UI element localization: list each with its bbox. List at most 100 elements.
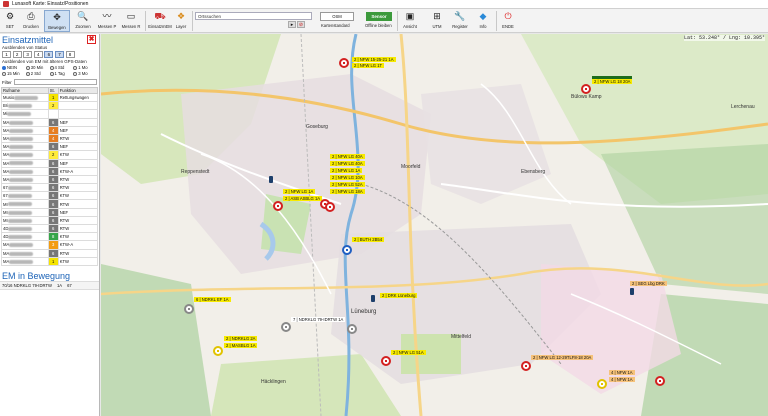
gps-option[interactable]: 4 Std [49,65,74,70]
unit-map-label[interactable]: 2 | NFW LG 40A [330,154,365,159]
status-box[interactable]: 3 [23,51,33,58]
table-row[interactable]: MI 6 NEF [1,207,99,217]
table-row[interactable]: MA 4 RTW [1,133,99,144]
table-row[interactable]: MA 2 KTW [1,150,99,160]
unit-map-label[interactable]: 2 | NFW LG 1T [352,63,385,68]
table-row[interactable]: MA 6 RTW [1,174,99,185]
set-button[interactable]: ⚙ SET [2,10,18,32]
table-row[interactable]: MA 6 RTW [1,248,99,258]
unit-map-label[interactable]: 2 | NFW LG 52A [330,182,365,187]
vehicle-marker-icon[interactable] [342,245,352,255]
status-box[interactable]: 2 [12,51,22,58]
unit-map-label[interactable]: 2 | NFW LG 40A [330,161,365,166]
unit-function-cell: KTW [57,150,99,160]
unit-map-label[interactable]: 2 | ASB ASBLG 1A [283,196,323,201]
unit-map-label[interactable]: 2 | NFW LG 18A [330,189,365,194]
map-source-select[interactable]: OSM [320,12,354,21]
table-row[interactable]: Mi [1,109,99,119]
gps-option[interactable]: NEIN [2,65,26,70]
table-row[interactable]: MA 1 KTW [1,256,99,266]
info-button[interactable]: ◆ Info [474,10,492,32]
utm-button[interactable]: ⊞ UTM [428,10,446,32]
phone-icon[interactable] [630,288,634,295]
search-go-icon[interactable]: ▸ [288,21,296,28]
unit-map-label[interactable]: 6 | NDRKL EF 1A [194,297,231,302]
unit-map-label[interactable]: 2 | NFW LG 1A [330,168,363,173]
table-row[interactable]: MA 6 NEF [1,158,99,168]
unit-map-label[interactable]: 2 | NFW LG 51A [391,350,426,355]
units-button[interactable]: ⛟ EinsatzmEM [148,10,172,32]
measure-line-button[interactable]: 〰 Messen P [96,10,118,32]
vehicle-marker-icon[interactable] [184,304,194,314]
measure-area-button[interactable]: ▭ Messen R [120,10,142,32]
phone-icon[interactable] [269,176,273,183]
vehicle-marker-icon[interactable] [325,202,335,212]
gps-option[interactable]: 2 Std [25,71,50,76]
table-row[interactable]: 4D 6 RTW [1,223,99,234]
unit-map-label[interactable]: 2 | BUTH 2B54 [352,237,385,242]
place-search-input[interactable]: Ortssuchen [195,12,312,20]
unit-map-label[interactable]: 2 | MASBLG 1A [224,343,258,348]
em-moving-row[interactable]: 70/16 NDRKLG 79-IDRTW 1A 67 [0,280,99,290]
gps-option[interactable]: 1 Tag [49,71,74,76]
view-button[interactable]: ▣ Ansicht [400,10,420,32]
status-box[interactable]: 6 [44,51,54,58]
unit-map-label[interactable]: 2 | NFW LG 12-29TLF8-18 20A [531,355,594,360]
table-row[interactable]: 67 6 RTW [1,183,99,193]
layers-button[interactable]: ❖ Layer [173,10,189,32]
vehicle-marker-icon[interactable] [597,379,607,389]
unit-map-label[interactable]: 2 | NDRKLG 2A [224,336,258,341]
table-row[interactable]: MA 6 KTW-A [1,166,99,176]
status-box[interactable]: 7 [54,51,64,58]
status-box[interactable]: 4 [33,51,43,58]
search-clear-icon[interactable]: ⊘ [297,21,305,28]
vehicle-marker-icon[interactable] [581,84,591,94]
vehicle-marker-icon[interactable] [213,346,223,356]
close-panel-icon[interactable]: ✖ [87,35,96,44]
gps-option[interactable]: 30 Min [25,65,50,70]
vehicle-marker-icon[interactable] [381,356,391,366]
unit-map-label[interactable]: 4 | NFW 1A [609,377,635,382]
table-row[interactable]: Bri 2 [1,101,99,111]
map-view[interactable]: Lat: 53.248° / Lng: 10.395° Goseburg Lün… [101,34,768,416]
zoom-button[interactable]: 🔍 Zoomen [72,10,94,32]
status-box[interactable]: 8 [65,51,75,58]
table-row[interactable]: Musio 1 Rettungswagen [1,92,99,103]
unit-name-cell: 4D [1,232,49,242]
vehicle-marker-icon[interactable] [281,322,291,332]
unit-map-label[interactable]: 2 | NFW LG 10A [330,175,365,180]
table-row[interactable]: MI 6 RTW [1,215,99,226]
phone-icon[interactable] [371,295,375,302]
table-row[interactable]: MA 6 NEF [1,142,99,152]
filter-input[interactable] [13,79,97,85]
sensor-button[interactable]: Sensor [366,12,392,21]
vehicle-marker-icon[interactable] [655,376,665,386]
gps-option[interactable]: 1 Mo [73,65,97,70]
unit-map-label[interactable]: 7 | NDRKLG 79-IDRTW 1A [291,317,346,322]
toolbar-separator [145,11,146,31]
gps-option[interactable]: 3 Mo [73,71,97,76]
register-button[interactable]: 🔧 Register [450,10,470,32]
vehicle-marker-icon[interactable] [347,324,357,334]
table-row[interactable]: MA 3 KTW-A [1,240,99,250]
table-row[interactable]: MA 6 NEF [1,117,99,127]
table-row[interactable]: MA 4 NEF [1,125,99,135]
move-button[interactable]: ✥ Bewegen [44,10,70,32]
unit-map-label[interactable]: 2 | SEG Lbg DRK [630,281,667,286]
table-row[interactable]: 4D 8 KTW [1,232,99,242]
gps-option[interactable]: 15 Min [2,71,26,76]
vehicle-marker-icon[interactable] [273,201,283,211]
exit-button[interactable]: ⏻ ENDE [500,10,516,32]
unit-map-label[interactable]: 4 | NFW 1A [609,370,635,375]
print-button[interactable]: ⎙ Drucken [20,10,42,32]
unit-map-label[interactable]: 2 | NFW 15-25-21 1A [352,57,396,62]
unit-map-label[interactable]: 2 | NFW LG 1A [283,189,316,194]
unit-map-label[interactable]: 2 | NFW LG 18 20A [592,76,633,84]
unit-name-cell: MI [1,207,49,217]
unit-map-label[interactable]: 2 | DRK Lüneburg [380,293,418,298]
vehicle-marker-icon[interactable] [521,361,531,371]
table-row[interactable]: 67 6 KTW [1,191,99,201]
vehicle-marker-icon[interactable] [339,58,349,68]
status-box[interactable]: 1 [2,51,11,58]
table-row[interactable]: MI 6 RTW [1,199,99,209]
